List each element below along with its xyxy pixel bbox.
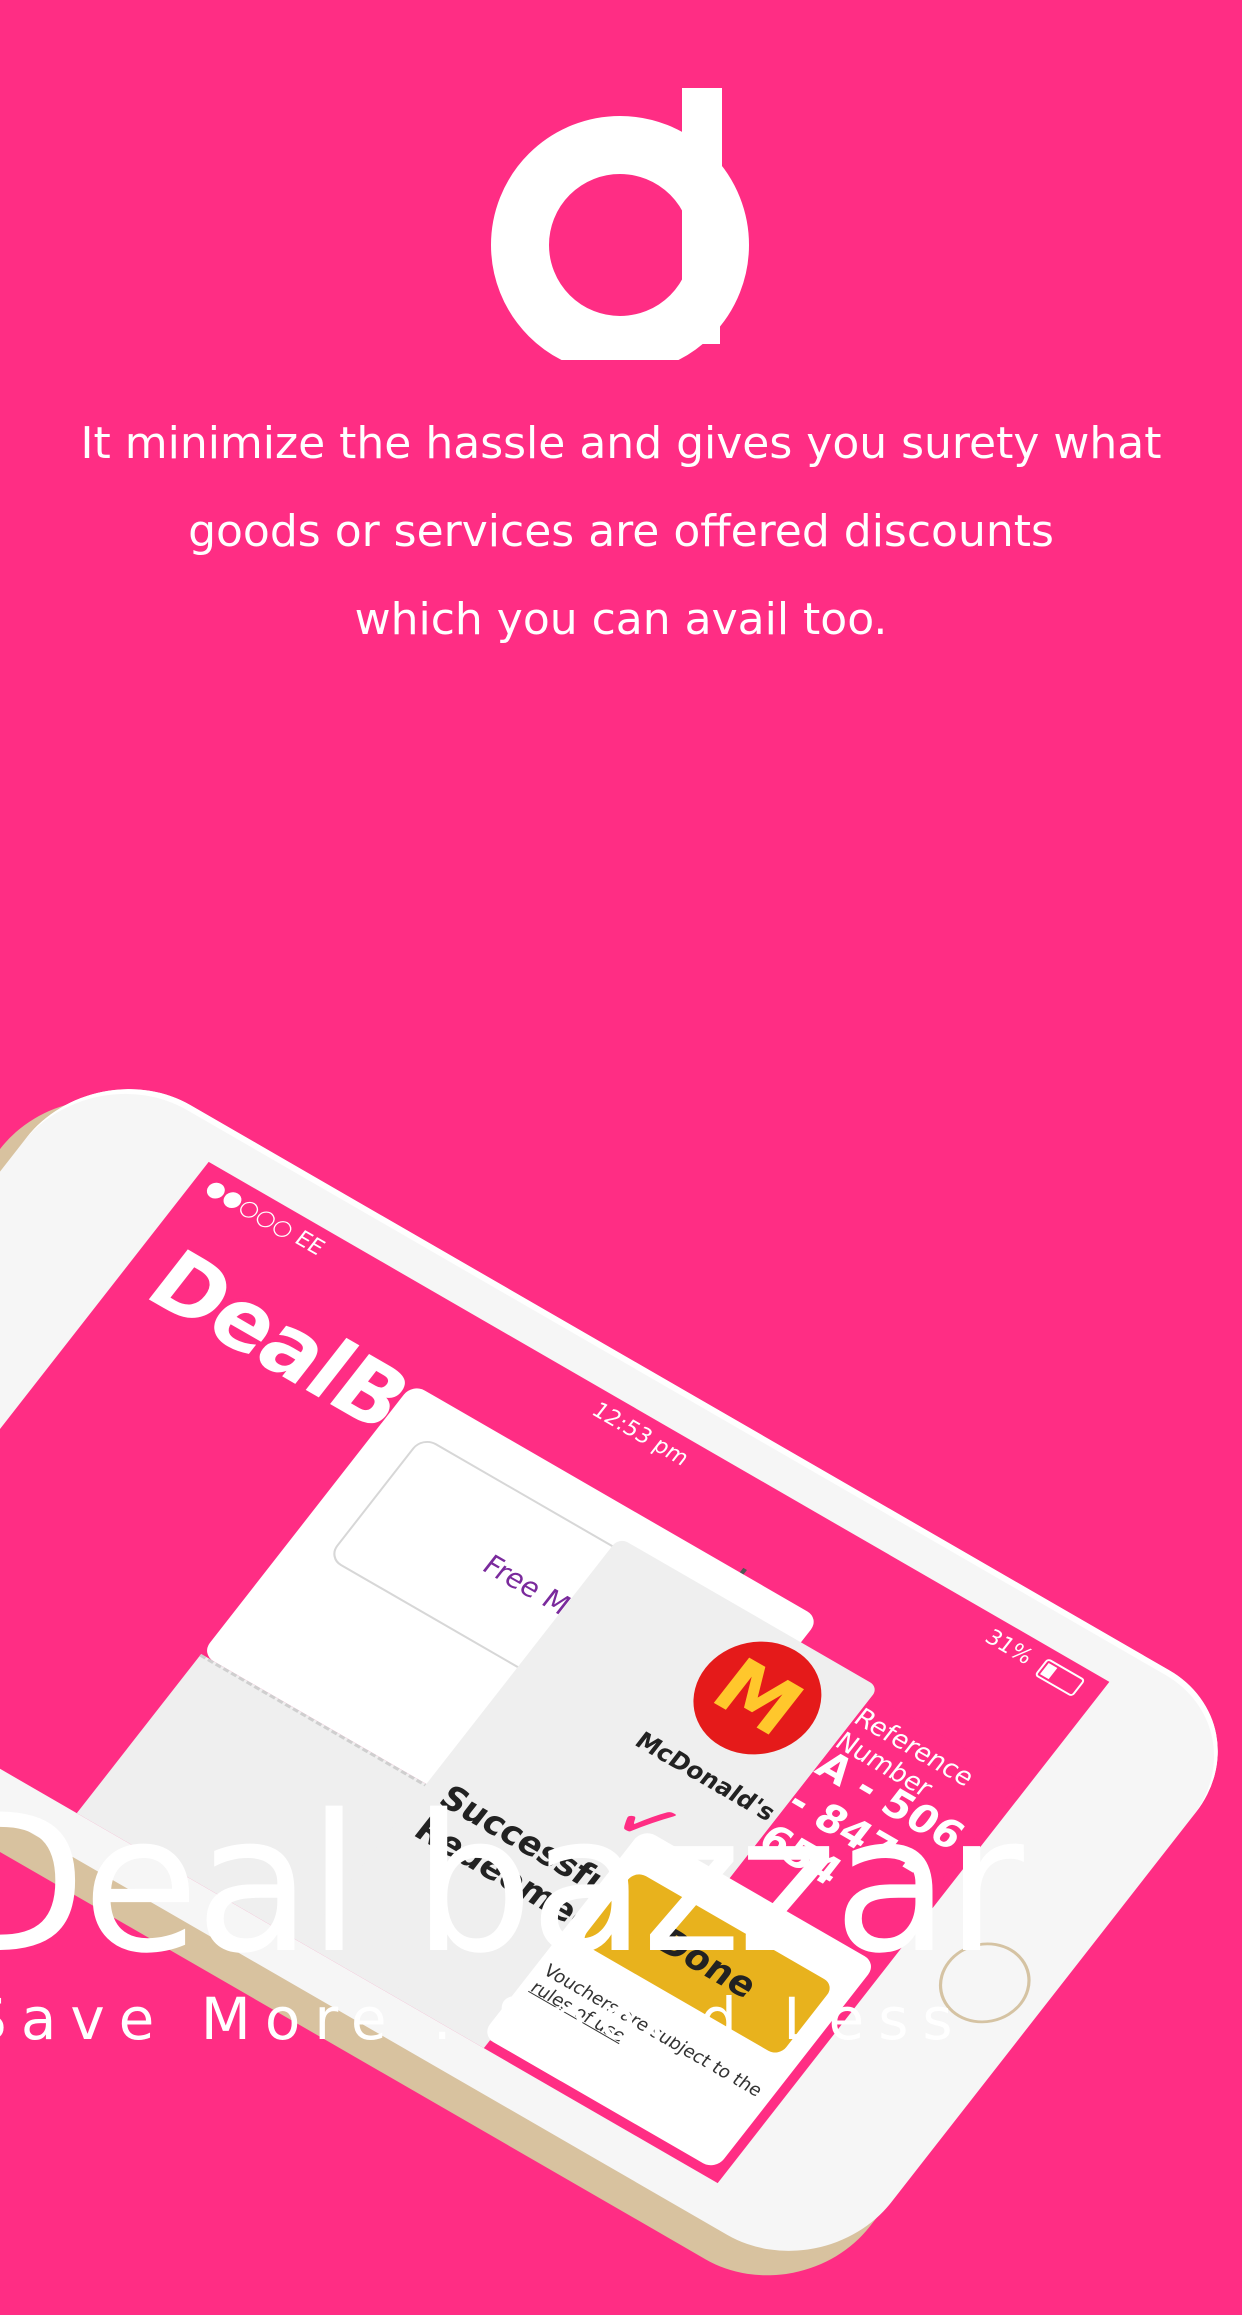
status-time: 12:53 pm	[586, 1398, 694, 1471]
tagline-line: which you can avail too.	[354, 594, 888, 645]
phone-mockup: ●●○○○ EE 12:53 pm 31% DealBazzar + Free …	[0, 1050, 1242, 2315]
tagline-line: goods or services are offered discounts	[188, 506, 1054, 557]
battery-icon	[1034, 1657, 1086, 1698]
carrier-signal: ●●○○○ EE	[200, 1175, 330, 1261]
brand-slogan: Save More . Spend Less	[0, 1985, 967, 2053]
tagline: It minimize the hassle and gives you sur…	[60, 400, 1182, 664]
battery-percent: 31%	[979, 1625, 1038, 1670]
battery-status: 31%	[980, 1625, 1087, 1698]
tagline-line: It minimize the hassle and gives you sur…	[80, 418, 1162, 469]
brand-wordmark: Deal bazzar	[0, 1774, 1024, 1995]
mcdonalds-logo-icon: M	[668, 1620, 847, 1776]
deal-bazzar-logo-icon	[491, 88, 749, 360]
phone-body: ●●○○○ EE 12:53 pm 31% DealBazzar + Free …	[0, 1050, 1242, 2290]
